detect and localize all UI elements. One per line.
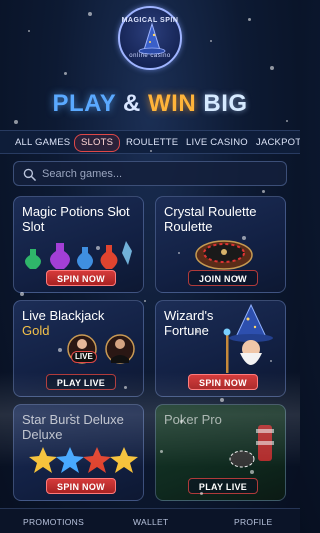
join-now-button[interactable]: JOIN NOW	[188, 270, 258, 286]
sparkle-particle	[14, 120, 18, 124]
game-card-star-burst-deluxe[interactable]: Star Burst Deluxe Deluxe SPIN NOW	[13, 404, 144, 501]
wizard-icon	[223, 303, 273, 373]
play-live-button[interactable]: PLAY LIVE	[46, 374, 116, 390]
card-title: Magic Potions Slot Slot	[22, 204, 130, 234]
nav-wallet[interactable]: WALLET	[133, 517, 169, 527]
tab-live-casino[interactable]: LIVE CASINO	[186, 135, 248, 151]
bottom-navigation: PROMOTIONS WALLET PROFILE	[0, 508, 300, 533]
search-input[interactable]	[42, 165, 272, 183]
game-card-live-blackjack[interactable]: Live Blackjack Gold LIVE PLAY LIVE	[13, 300, 144, 397]
game-card-wizards-fortune[interactable]: Wizard's Fortune SPIN NOW	[155, 300, 286, 397]
tab-jackpots[interactable]: JACKPOTS	[256, 135, 300, 151]
game-card-poker-pro[interactable]: Poker Pro PLAY LIVE	[155, 404, 286, 501]
live-dealers-icon	[67, 334, 135, 364]
sparkle-particle	[220, 398, 224, 402]
card-title-gold: Gold	[22, 323, 50, 338]
card-title: Wizard's Fortune	[164, 308, 214, 338]
spin-now-button[interactable]: SPIN NOW	[46, 270, 116, 286]
tab-slots[interactable]: SLOTS	[74, 134, 121, 152]
game-card-magic-potions[interactable]: Magic Potions Slot Slot SPIN NOW	[13, 196, 144, 293]
sparkle-particle	[270, 66, 274, 70]
play-live-button[interactable]: PLAY LIVE	[188, 478, 258, 494]
roulette-wheel-icon	[195, 240, 253, 270]
nav-promotions[interactable]: PROMOTIONS	[23, 517, 84, 527]
search-icon	[23, 168, 36, 181]
sparkle-particle	[144, 300, 146, 302]
sparkle-particle	[262, 190, 265, 193]
tab-all-games[interactable]: ALL GAMES	[15, 135, 70, 151]
poker-chips-icon	[229, 425, 274, 468]
page-headline: PLAY & WIN BIG	[0, 90, 300, 118]
spin-now-button[interactable]: SPIN NOW	[188, 374, 258, 390]
app-logo: MAGICAL SPIN online casino	[118, 6, 182, 70]
category-tabs: ALL GAMES SLOTS ROULETTE LIVE CASINO JAC…	[0, 130, 300, 154]
stars-icon	[29, 447, 138, 473]
wizard-hat-icon	[138, 22, 166, 55]
card-title-main: Live Blackjack	[22, 308, 105, 323]
headline-amp: &	[123, 90, 141, 117]
card-title: Star Burst Deluxe Deluxe	[22, 412, 124, 442]
headline-play: PLAY	[52, 90, 116, 117]
sparkle-particle	[248, 18, 251, 21]
spin-now-button[interactable]: SPIN NOW	[46, 478, 116, 494]
potion-bottles-icon	[25, 241, 132, 269]
game-card-crystal-roulette[interactable]: Crystal Roulette Roulette JOIN NOW	[155, 196, 286, 293]
nav-profile[interactable]: PROFILE	[234, 517, 272, 527]
headline-big: BIG	[203, 90, 248, 117]
live-badge: LIVE	[71, 351, 97, 363]
sparkle-particle	[286, 120, 288, 122]
logo-subtitle: online casino	[129, 53, 171, 59]
search-bar	[13, 161, 287, 186]
sparkle-particle	[28, 30, 30, 32]
sparkle-particle	[64, 72, 67, 75]
sparkle-particle	[88, 12, 92, 16]
sparkle-particle	[210, 40, 212, 42]
headline-win: WIN	[148, 90, 197, 117]
card-title: Crystal Roulette Roulette	[164, 204, 257, 234]
tab-roulette[interactable]: ROULETTE	[126, 135, 178, 151]
